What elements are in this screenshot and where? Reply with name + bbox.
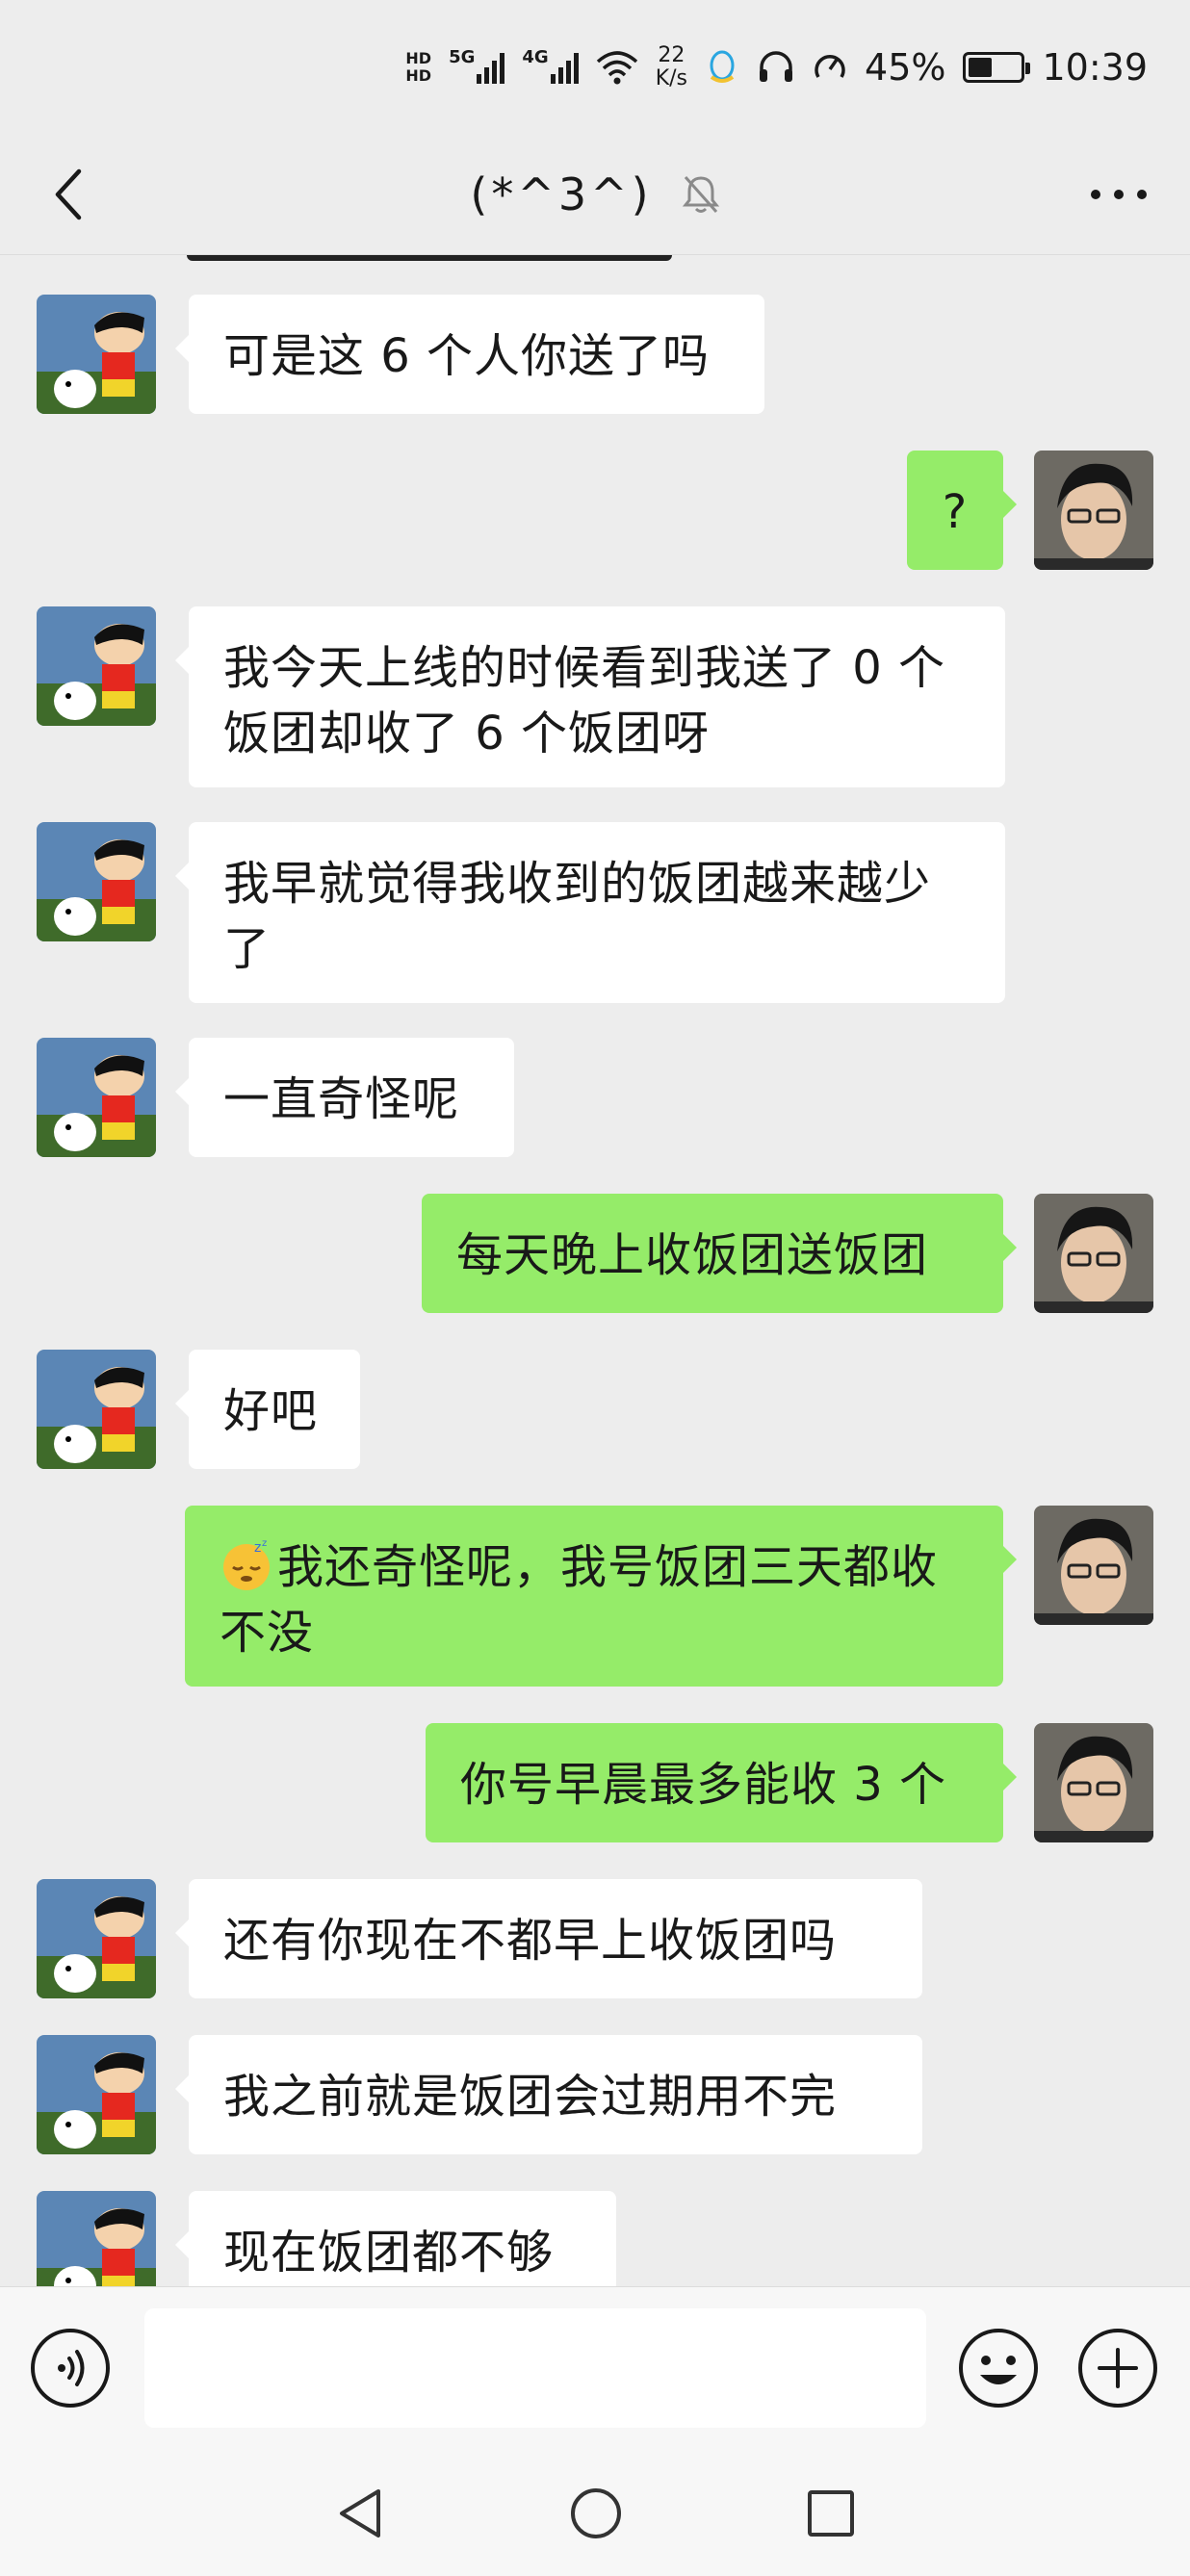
battery-icon [963,52,1031,83]
user-avatar[interactable] [1034,1194,1153,1313]
message-bubble[interactable]: 还有你现在不都早上收饭团吗 [175,1879,922,1998]
more-functions-button[interactable] [1076,2327,1159,2409]
back-button[interactable] [29,154,110,235]
nav-recents-icon[interactable] [806,2488,856,2538]
nav-home-icon[interactable] [569,2486,623,2540]
message-bubble[interactable]: z z 我还奇怪呢，我号饭团三天都收不没 [185,1506,1017,1687]
clock: 10:39 [1042,46,1148,89]
user-avatar[interactable] [1034,1506,1153,1625]
network-label-1: 5G [449,47,476,67]
message-bubble[interactable]: 你号早晨最多能收 3 个 [426,1723,1017,1842]
plus-icon [1078,2329,1157,2408]
hd-indicator: HD HD [405,50,431,85]
signal-5g-icon: 5G [449,47,505,84]
emoji-button[interactable] [957,2327,1040,2409]
message-bubble[interactable]: 我早就觉得我收到的饭团越来越少了 [175,822,1005,1003]
contact-avatar[interactable] [37,1879,156,1998]
status-bar: HD HD 5G 4G 22 K/s 45% 10:39 [0,0,1190,135]
input-bar [0,2286,1190,2451]
message-text: 每天晚上收饭团送饭团 [456,1228,929,1282]
message-text: 可是这 6 个人你送了吗 [223,329,711,383]
contact-avatar[interactable] [37,606,156,726]
user-avatar[interactable] [1034,1723,1153,1842]
message-bubble[interactable]: 每天晚上收饭团送饭团 [422,1194,1017,1313]
message-bubble[interactable]: ? [907,451,1017,570]
message-list[interactable]: 可是这 6 个人你送了吗 ? 我今天上线的时候看到我送了 0 个饭团却收了 6 … [0,255,1190,2286]
message-text: 还有你现在不都早上收饭团吗 [223,1914,838,1968]
network-speed: 22 K/s [656,44,687,90]
system-navigation-bar [0,2450,1190,2576]
headphones-icon [760,51,793,82]
message-text: 一直奇怪呢 [223,1072,460,1126]
message-text: 我早就觉得我收到的饭团越来越少了 [223,857,932,976]
message-text: 好吧 [223,1384,319,1438]
contact-avatar[interactable] [37,2191,156,2286]
user-avatar[interactable] [1034,451,1153,570]
hd-label-1: HD [405,49,432,67]
contact-avatar[interactable] [37,1350,156,1469]
voice-button[interactable] [29,2327,112,2409]
sleepy-face-emoji: z z [223,1538,270,1590]
chat-title: (*^3^) [470,168,653,220]
contact-avatar[interactable] [37,1038,156,1157]
network-speed-unit: K/s [655,66,688,90]
message-bubble[interactable]: 我今天上线的时候看到我送了 0 个饭团却收了 6 个饭团呀 [175,606,1005,787]
message-input[interactable] [144,2308,926,2428]
more-icon [1091,190,1147,199]
message-bubble[interactable]: 一直奇怪呢 [175,1038,514,1157]
voice-icon [31,2329,110,2408]
emoji-icon [959,2329,1038,2408]
message-text: ? [942,485,969,539]
message-bubble[interactable]: 我之前就是饭团会过期用不完 [175,2035,922,2154]
nav-back-icon[interactable] [334,2486,386,2540]
message-text: 我之前就是饭团会过期用不完 [223,2070,838,2124]
back-icon [55,168,82,220]
mute-bell-icon [682,176,719,213]
message-bubble[interactable]: 可是这 6 个人你送了吗 [175,295,764,414]
qq-penguin-icon [710,50,735,83]
chat-header: (*^3^) [0,135,1190,255]
message-text: 你号早晨最多能收 3 个 [460,1758,947,1812]
hd-label-2: HD [405,66,432,85]
message-bubble[interactable]: 现在饭团都不够 [175,2191,616,2286]
contact-avatar[interactable] [37,2035,156,2154]
svg-text:z: z [262,1538,268,1549]
network-speed-value: 22 [658,43,686,67]
contact-avatar[interactable] [37,295,156,414]
previous-message-edge [187,255,672,261]
battery-percent: 45% [865,46,946,89]
wifi-icon [596,51,637,85]
contact-avatar[interactable] [37,822,156,941]
message-text: 现在饭团都不够 [223,2226,555,2280]
message-text: 我还奇怪呢，我号饭团三天都收不没 [220,1540,939,1660]
message-text: 我今天上线的时候看到我送了 0 个饭团却收了 6 个饭团呀 [223,641,946,760]
network-label-2: 4G [522,47,549,67]
performance-gauge-icon [815,55,845,78]
more-button[interactable] [1071,154,1167,235]
message-bubble[interactable]: 好吧 [175,1350,360,1469]
signal-4g-icon: 4G [522,47,579,84]
battery-fill [969,58,992,77]
